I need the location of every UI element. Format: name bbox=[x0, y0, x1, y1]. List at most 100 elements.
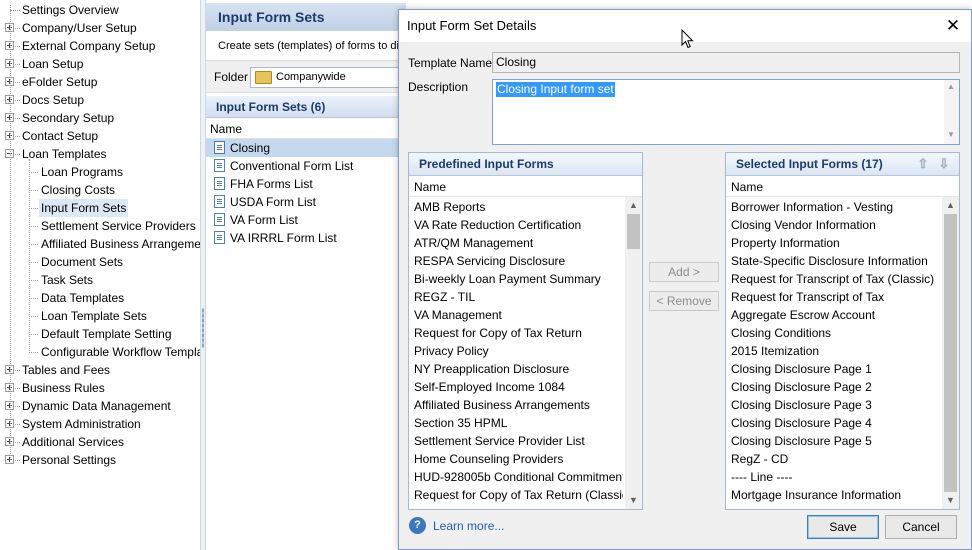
list-item[interactable]: RegZ - CD bbox=[726, 450, 940, 468]
tree-item[interactable]: Default Template Setting bbox=[0, 325, 200, 343]
form-set-row[interactable]: VA Form List bbox=[206, 211, 406, 229]
form-set-row[interactable]: VA IRRRL Form List bbox=[206, 229, 406, 247]
list-item[interactable]: REGZ - TIL bbox=[409, 288, 623, 306]
form-set-row[interactable]: Conventional Form List bbox=[206, 157, 406, 175]
save-button[interactable]: Save bbox=[807, 515, 879, 539]
form-document-icon bbox=[214, 195, 225, 208]
tree-item[interactable]: Secondary Setup bbox=[0, 109, 200, 127]
list-item[interactable]: RESPA Servicing Disclosure bbox=[409, 252, 623, 270]
tree-item[interactable]: Input Form Sets bbox=[0, 199, 200, 217]
list-item[interactable]: Section 35 HPML bbox=[409, 414, 623, 432]
tree-item[interactable]: Company/User Setup bbox=[0, 19, 200, 37]
list-item[interactable]: Request for Copy of Tax Return (Classic) bbox=[409, 486, 623, 504]
scroll-up-icon[interactable]: ▲ bbox=[942, 197, 959, 214]
scroll-up-icon[interactable]: ▲ bbox=[625, 197, 642, 214]
tree-item[interactable]: Loan Template Sets bbox=[0, 307, 200, 325]
template-name-field[interactable]: Closing bbox=[492, 52, 960, 73]
tree-item[interactable]: Additional Services bbox=[0, 433, 200, 451]
tree-item[interactable]: Personal Settings bbox=[0, 451, 200, 469]
tree-item-label: Loan Template Sets bbox=[41, 309, 147, 323]
list-item[interactable]: Closing Disclosure Page 3 bbox=[726, 396, 940, 414]
tree-item[interactable]: Document Sets bbox=[0, 253, 200, 271]
list-item[interactable]: Aggregate Escrow Account bbox=[726, 306, 940, 324]
tree-item[interactable]: Loan Programs bbox=[0, 163, 200, 181]
selected-forms-list: Selected Input Forms (17) ⇧ ⇩ Name Borro… bbox=[725, 152, 960, 510]
scroll-down-icon[interactable]: ▼ bbox=[942, 492, 959, 509]
add-button[interactable]: Add > bbox=[649, 262, 719, 282]
list-item[interactable]: Privacy Policy bbox=[409, 342, 623, 360]
list-item[interactable]: NY Preapplication Disclosure bbox=[409, 360, 623, 378]
list-item[interactable]: Closing Disclosure Page 1 bbox=[726, 360, 940, 378]
list-item[interactable]: Settlement Service Provider List bbox=[409, 432, 623, 450]
tree-item[interactable]: Closing Costs bbox=[0, 181, 200, 199]
description-scrollbar[interactable]: ▲ ▼ bbox=[944, 80, 959, 144]
tree-item[interactable]: System Administration bbox=[0, 415, 200, 433]
cancel-button[interactable]: Cancel bbox=[885, 515, 957, 539]
list-item[interactable]: Closing Disclosure Page 4 bbox=[726, 414, 940, 432]
list-item[interactable]: State-Specific Disclosure Information bbox=[726, 252, 940, 270]
tree-item[interactable]: Tables and Fees bbox=[0, 361, 200, 379]
tree-item-label: Task Sets bbox=[41, 273, 94, 287]
tree-item[interactable]: Contact Setup bbox=[0, 127, 200, 145]
list-item[interactable]: Request for Transcript of Tax bbox=[726, 288, 940, 306]
tree-item[interactable]: External Company Setup bbox=[0, 37, 200, 55]
list-item[interactable]: ---- Line ---- bbox=[726, 468, 940, 486]
tree-item-label: Additional Services bbox=[22, 435, 125, 449]
list-item[interactable]: Closing Conditions bbox=[726, 324, 940, 342]
tree-item[interactable]: Loan Setup bbox=[0, 55, 200, 73]
scroll-down-icon[interactable]: ▼ bbox=[947, 130, 955, 139]
tree-item-label: Secondary Setup bbox=[22, 111, 115, 125]
list-item[interactable]: VA Rate Reduction Certification bbox=[409, 216, 623, 234]
list-item[interactable]: HUD-928005b Conditional Commitment bbox=[409, 468, 623, 486]
tree-item[interactable]: Data Templates bbox=[0, 289, 200, 307]
scroll-up-icon[interactable]: ▲ bbox=[947, 82, 955, 91]
arrow-up-icon[interactable]: ⇧ bbox=[914, 154, 932, 174]
description-field[interactable]: Closing Input form set ▲ ▼ bbox=[492, 79, 960, 145]
list-item[interactable]: AMB Reports bbox=[409, 198, 623, 216]
list-item[interactable]: Borrower Information - Vesting bbox=[726, 198, 940, 216]
tree-item[interactable]: Settings Overview bbox=[0, 1, 200, 19]
list-item[interactable]: Home Counseling Providers bbox=[409, 450, 623, 468]
help-icon[interactable]: ? bbox=[409, 517, 426, 534]
close-icon[interactable]: ✕ bbox=[943, 16, 963, 36]
folder-select[interactable]: Companywide bbox=[250, 67, 406, 88]
selected-column-name[interactable]: Name bbox=[726, 177, 959, 197]
list-item[interactable]: Request for Copy of Tax Return bbox=[409, 324, 623, 342]
tree-item[interactable]: Loan Templates bbox=[0, 145, 200, 163]
tree-item[interactable]: Business Rules bbox=[0, 379, 200, 397]
list-item[interactable]: Bi-weekly Loan Payment Summary bbox=[409, 270, 623, 288]
sets-column-name[interactable]: Name bbox=[206, 119, 406, 139]
list-item[interactable]: Self-Employed Income 1084 bbox=[409, 378, 623, 396]
scroll-down-icon[interactable]: ▼ bbox=[625, 492, 642, 509]
list-item[interactable]: Request for Transcript of Tax (Classic) bbox=[726, 270, 940, 288]
list-item[interactable]: ATR/QM Management bbox=[409, 234, 623, 252]
form-set-row[interactable]: USDA Form List bbox=[206, 193, 406, 211]
list-item[interactable]: Closing Vendor Information bbox=[726, 216, 940, 234]
tree-item[interactable]: Task Sets bbox=[0, 271, 200, 289]
selected-scrollbar[interactable]: ▲ ▼ bbox=[942, 197, 959, 509]
form-set-row[interactable]: FHA Forms List bbox=[206, 175, 406, 193]
arrow-down-icon[interactable]: ⇩ bbox=[935, 154, 953, 174]
tree-item[interactable]: Affiliated Business Arrangements bbox=[0, 235, 200, 253]
predefined-scrollbar[interactable]: ▲ ▼ bbox=[625, 197, 642, 509]
scroll-thumb[interactable] bbox=[627, 214, 640, 249]
tree-item[interactable]: Dynamic Data Management bbox=[0, 397, 200, 415]
tree-item[interactable]: Configurable Workflow Templates bbox=[0, 343, 200, 361]
splitter-grip[interactable] bbox=[202, 308, 204, 348]
predefined-column-name[interactable]: Name bbox=[409, 177, 642, 197]
scroll-thumb[interactable] bbox=[944, 214, 957, 492]
learn-more-text[interactable]: Learn more... bbox=[433, 517, 504, 535]
list-item[interactable]: Mortgage Insurance Information bbox=[726, 486, 940, 504]
tree-item[interactable]: Settlement Service Providers bbox=[0, 217, 200, 235]
tree-item[interactable]: Docs Setup bbox=[0, 91, 200, 109]
list-item[interactable]: VA Management bbox=[409, 306, 623, 324]
remove-button[interactable]: < Remove bbox=[649, 291, 719, 311]
tree-line bbox=[15, 28, 20, 29]
tree-item[interactable]: eFolder Setup bbox=[0, 73, 200, 91]
form-set-row[interactable]: Closing bbox=[206, 139, 406, 157]
list-item[interactable]: Closing Disclosure Page 5 bbox=[726, 432, 940, 450]
list-item[interactable]: Property Information bbox=[726, 234, 940, 252]
list-item[interactable]: Affiliated Business Arrangements bbox=[409, 396, 623, 414]
list-item[interactable]: 2015 Itemization bbox=[726, 342, 940, 360]
list-item[interactable]: Closing Disclosure Page 2 bbox=[726, 378, 940, 396]
